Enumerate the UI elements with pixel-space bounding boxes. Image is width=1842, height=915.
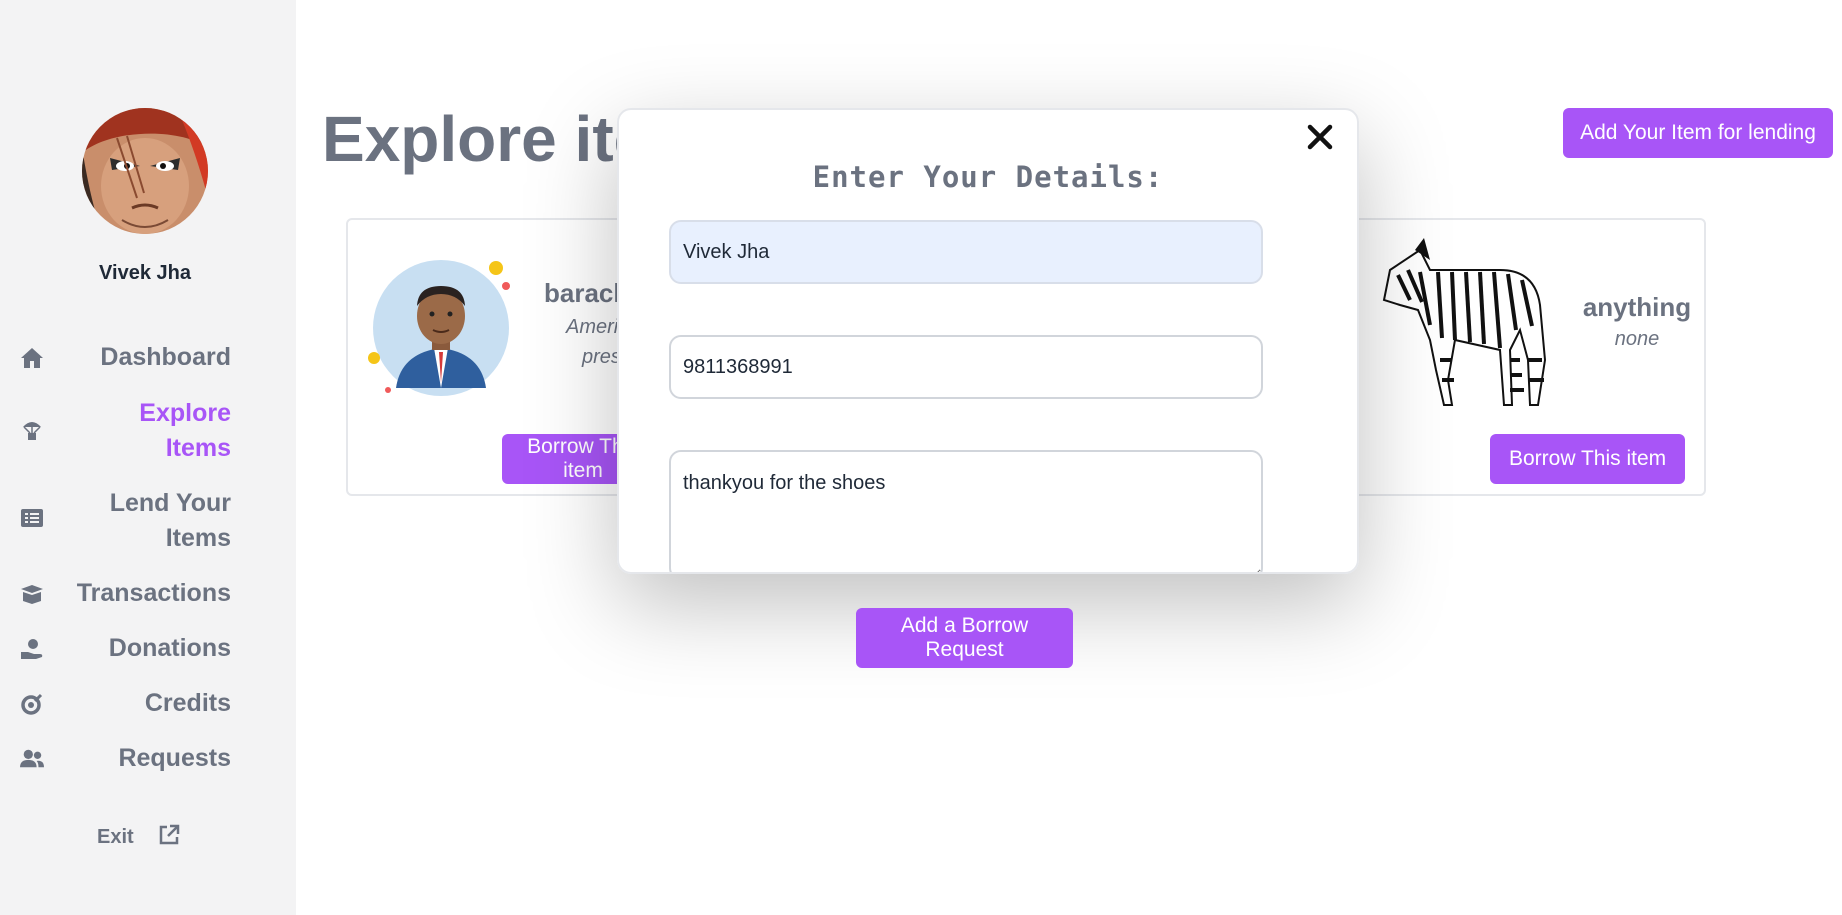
external-link-icon	[158, 824, 180, 851]
item-image	[366, 248, 516, 398]
item-description-line1: Ameri	[566, 316, 619, 338]
sidebar-item-label: Donations	[108, 634, 231, 662]
sidebar-item-requests[interactable]: Requests	[0, 741, 296, 781]
users-icon	[20, 747, 44, 771]
sidebar-item-label-line2: Items	[165, 524, 231, 552]
sidebar-item-label-line1: Explore	[139, 399, 231, 427]
box-open-icon	[20, 582, 44, 606]
phone-field[interactable]	[669, 335, 1263, 399]
exit-link[interactable]: Exit	[97, 824, 180, 851]
coin-icon	[20, 692, 44, 716]
name-field[interactable]	[669, 220, 1263, 284]
sidebar-item-credits[interactable]: Credits	[0, 686, 296, 726]
message-field[interactable]: thankyou for the shoes	[669, 450, 1263, 572]
sidebar-item-label: Requests	[118, 744, 231, 772]
sidebar-item-transactions[interactable]: Transactions	[0, 576, 296, 616]
hand-holding-icon	[20, 637, 44, 661]
list-alt-icon	[20, 506, 44, 530]
modal-title: Enter Your Details:	[812, 160, 1164, 194]
home-icon	[20, 346, 44, 370]
sidebar-item-label: Transactions	[76, 579, 231, 607]
item-description-line2: pres	[582, 346, 621, 368]
borrow-item-button[interactable]: Borrow This item	[1490, 434, 1686, 484]
close-button[interactable]	[1303, 120, 1337, 154]
sidebar-item-lend-your-items[interactable]: Lend Your Items	[0, 486, 296, 558]
borrow-request-modal: Enter Your Details: thankyou for the sho…	[617, 108, 1359, 574]
parachute-box-icon	[20, 418, 44, 442]
add-item-for-lending-button[interactable]: Add Your Item for lending	[1563, 108, 1833, 158]
close-icon	[1307, 124, 1333, 150]
sidebar-item-dashboard[interactable]: Dashboard	[0, 340, 296, 380]
sidebar-item-label: Credits	[144, 689, 231, 717]
user-name: Vivek Jha	[99, 262, 191, 284]
sidebar-item-label: Dashboard	[100, 343, 231, 371]
item-image	[1360, 230, 1560, 410]
sidebar-item-label-line2: Items	[165, 434, 231, 462]
avatar	[82, 108, 208, 234]
sidebar-item-explore-items[interactable]: Explore Items	[0, 396, 296, 468]
item-card: anything none Borrow This item	[1330, 218, 1706, 496]
item-description: none	[1614, 328, 1660, 350]
sidebar-item-donations[interactable]: Donations	[0, 631, 296, 671]
sidebar-item-label-line1: Lend Your	[109, 489, 231, 517]
add-borrow-request-button[interactable]: Add a Borrow Request	[856, 608, 1073, 668]
exit-label: Exit	[97, 826, 134, 848]
sidebar: Vivek Jha Dashboard Explore Items Lend Y…	[0, 0, 296, 915]
item-title: anything	[1582, 292, 1692, 322]
item-title: barack	[544, 278, 628, 308]
